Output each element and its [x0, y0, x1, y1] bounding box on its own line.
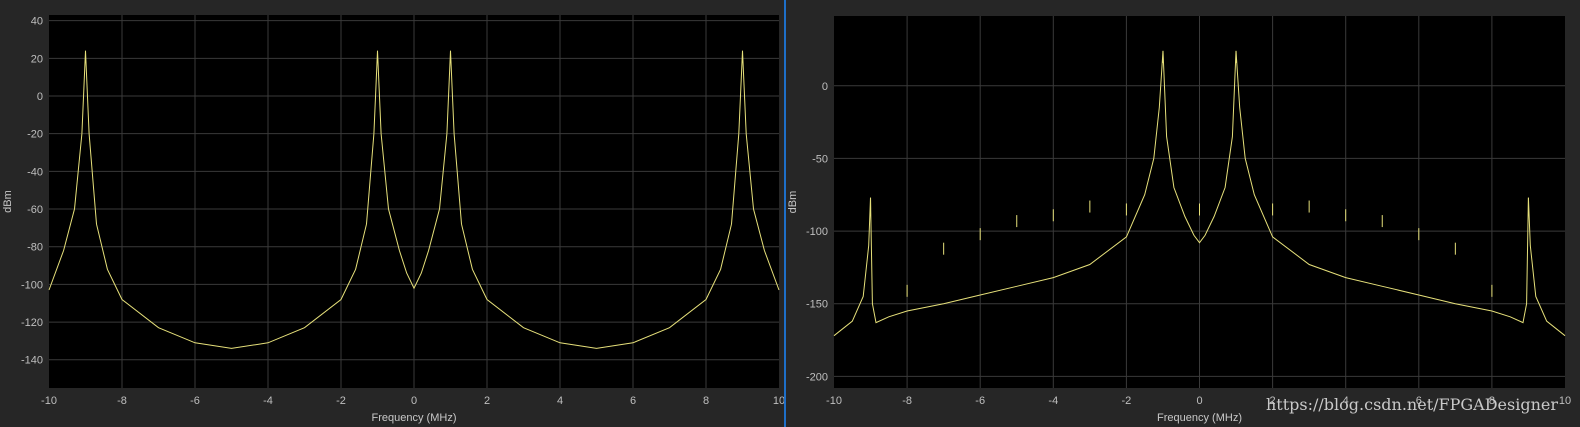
x-tick-label: 2 [484, 395, 490, 407]
x-tick-label: -8 [902, 395, 912, 407]
y-tick-label: -100 [806, 226, 828, 238]
y-tick-label: -40 [27, 166, 43, 178]
right-y-axis-label: dBm [787, 191, 799, 214]
x-tick-label: 10 [1559, 395, 1571, 407]
x-tick-label: -6 [190, 395, 200, 407]
right-spectrum-panel: 0-50-100-150-200 -10 -8 -6 -4 -2 0 2 4 6 8 10 Freq… [787, 16, 1571, 424]
y-tick-label: 20 [31, 53, 43, 65]
x-tick-label: 8 [703, 395, 709, 407]
x-tick-label: -4 [1048, 395, 1058, 407]
x-tick-label: -8 [117, 395, 127, 407]
x-tick-label: -4 [263, 395, 273, 407]
x-tick-label: -6 [975, 395, 985, 407]
spectrum-figure: 40200-20-40-60-80-100-120-140 -10 -8 -6 -4-… [0, 0, 1580, 427]
y-tick-label: 0 [37, 91, 43, 103]
panel-divider[interactable] [784, 0, 786, 427]
right-x-axis-label: Frequency (MHz) [1157, 412, 1242, 424]
y-tick-label: -150 [806, 299, 828, 311]
y-tick-label: -50 [812, 153, 828, 165]
x-tick-label: 10 [773, 395, 785, 407]
left-x-axis-label: Frequency (MHz) [372, 412, 457, 424]
watermark-text: https://blog.csdn.net/FPGADesigner [1266, 395, 1558, 414]
x-tick-label: -10 [826, 395, 842, 407]
y-tick-label: -20 [27, 129, 43, 141]
y-tick-label: -100 [21, 279, 43, 291]
x-tick-label: 0 [1196, 395, 1202, 407]
x-tick-label: 6 [630, 395, 636, 407]
y-tick-label: 40 [31, 16, 43, 28]
y-tick-label: 0 [822, 81, 828, 93]
x-tick-label: -2 [336, 395, 346, 407]
y-tick-label: -120 [21, 317, 43, 329]
y-tick-label: -80 [27, 242, 43, 254]
left-spectrum-panel: 40200-20-40-60-80-100-120-140 -10 -8 -6 -4-… [2, 15, 785, 424]
y-tick-label: -60 [27, 204, 43, 216]
x-tick-label: 4 [557, 395, 563, 407]
y-tick-label: -140 [21, 355, 43, 367]
left-y-axis-label: dBm [2, 190, 14, 213]
y-tick-label: -200 [806, 371, 828, 383]
x-tick-label: -10 [41, 395, 57, 407]
x-tick-label: 0 [411, 395, 417, 407]
x-tick-label: -2 [1122, 395, 1132, 407]
